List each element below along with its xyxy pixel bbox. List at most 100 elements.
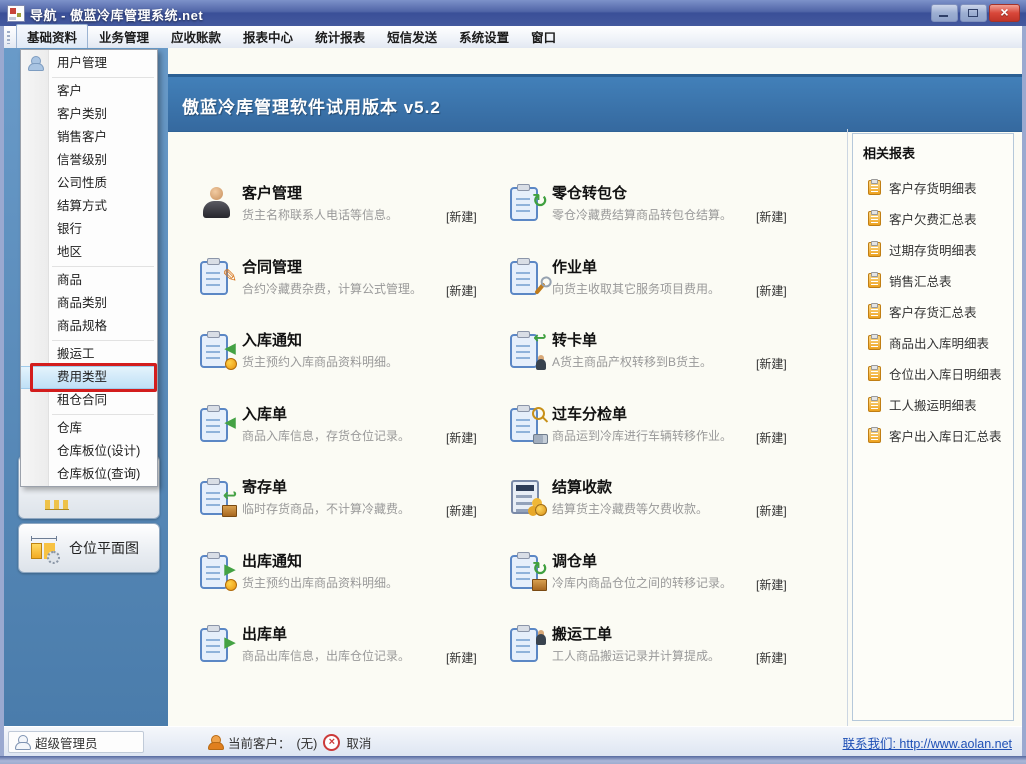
cancel-icon[interactable]: × — [323, 734, 340, 751]
warehouse-plan-icon — [29, 534, 59, 562]
new-link[interactable]: [新建] — [756, 355, 787, 372]
module-outbound-order[interactable]: 出库单 商品出库信息，出库仓位记录。 [新建] — [198, 626, 498, 672]
app-icon[interactable] — [7, 5, 25, 22]
module-title[interactable]: 寄存单 — [242, 479, 452, 497]
report-link-customer-arrears-summary[interactable]: 客户欠费汇总表 — [853, 203, 1013, 234]
new-link[interactable]: [新建] — [446, 502, 477, 519]
dropdown-item-customer-category[interactable]: 客户类别 — [21, 103, 157, 126]
module-desc: A货主商品产权转移到B货主。 — [552, 354, 762, 370]
dropdown-item-fee-type[interactable]: 费用类型 — [21, 366, 157, 389]
module-title[interactable]: 转卡单 — [552, 332, 762, 350]
new-link[interactable]: [新建] — [756, 649, 787, 666]
dropdown-item-warehouse[interactable]: 仓库 — [21, 417, 157, 440]
dropdown-item-warehouse-lease-contract[interactable]: 租仓合同 — [21, 389, 157, 412]
menu-item-business[interactable]: 业务管理 — [88, 24, 160, 50]
module-inbound-notice[interactable]: 入库通知 货主预约入库商品资料明细。 — [198, 332, 498, 378]
dropdown-item-company-nature[interactable]: 公司性质 — [21, 172, 157, 195]
new-link[interactable]: [新建] — [756, 208, 787, 225]
module-porter-order[interactable]: 搬运工单 工人商品搬运记录并计算提成。 [新建] — [508, 626, 808, 672]
module-desc: 商品运到冷库进行车辆转移作业。 — [552, 428, 762, 444]
module-desc: 货主预约出库商品资料明细。 — [242, 575, 452, 591]
report-link-customer-stock-summary[interactable]: 客户存货汇总表 — [853, 296, 1013, 327]
menu-item-report-center[interactable]: 报表中心 — [232, 24, 304, 50]
person-icon — [28, 56, 42, 71]
module-zero-to-package[interactable]: 零仓转包仓 零仓冷藏费结算商品转包仓结算。 [新建] — [508, 185, 808, 231]
module-title[interactable]: 调仓单 — [552, 553, 762, 571]
module-desc: 货主预约入库商品资料明细。 — [242, 354, 452, 370]
module-work-order[interactable]: 作业单 向货主收取其它服务项目费用。 [新建] — [508, 259, 808, 305]
minimize-button[interactable] — [931, 4, 958, 22]
dropdown-item-product-category[interactable]: 商品类别 — [21, 292, 157, 315]
module-title[interactable]: 入库通知 — [242, 332, 452, 350]
new-link[interactable]: [新建] — [756, 429, 787, 446]
dropdown-item-product[interactable]: 商品 — [21, 269, 157, 292]
menu-item-window[interactable]: 窗口 — [520, 24, 567, 50]
menu-item-settings[interactable]: 系统设置 — [448, 24, 520, 50]
report-icon — [868, 428, 881, 443]
module-title[interactable]: 合同管理 — [242, 259, 452, 277]
new-link[interactable]: [新建] — [756, 502, 787, 519]
module-settlement[interactable]: 结算收款 结算货主冷藏费等欠费收款。 [新建] — [508, 479, 808, 525]
dropdown-item-region[interactable]: 地区 — [21, 241, 157, 264]
title-bar: 导航 - 傲蓝冷库管理系统.net — [0, 0, 1026, 27]
clipboard-deposit-icon — [198, 479, 234, 515]
current-user-label: 超级管理员 — [35, 733, 98, 752]
contact-link[interactable]: 联系我们: http://www.aolan.net — [842, 737, 1012, 751]
new-link[interactable]: [新建] — [446, 208, 477, 225]
menu-item-sms[interactable]: 短信发送 — [376, 24, 448, 50]
module-title[interactable]: 出库单 — [242, 626, 452, 644]
module-customer-management[interactable]: 客户管理 货主名称联系人电话等信息。 [新建] — [198, 185, 498, 231]
module-title[interactable]: 客户管理 — [242, 185, 452, 203]
module-outbound-notice[interactable]: 出库通知 货主预约出库商品资料明细。 — [198, 553, 498, 599]
report-icon — [868, 335, 881, 350]
new-link[interactable]: [新建] — [756, 576, 787, 593]
module-title[interactable]: 结算收款 — [552, 479, 762, 497]
report-link-slot-inout-daily-detail[interactable]: 仓位出入库日明细表 — [853, 358, 1013, 389]
module-title[interactable]: 出库通知 — [242, 553, 452, 571]
new-link[interactable]: [新建] — [756, 282, 787, 299]
module-desc: 合约冷藏费杂费，计算公式管理。 — [242, 281, 452, 297]
module-desc: 商品入库信息，存货仓位记录。 — [242, 428, 452, 444]
dropdown-item-warehouse-slot-query[interactable]: 仓库板位(查询) — [21, 463, 157, 486]
dropdown-item-bank[interactable]: 银行 — [21, 218, 157, 241]
module-title[interactable]: 入库单 — [242, 406, 452, 424]
module-vehicle-inspection[interactable]: 过车分检单 商品运到冷库进行车辆转移作业。 [新建] — [508, 406, 808, 452]
module-title[interactable]: 零仓转包仓 — [552, 185, 762, 203]
dropdown-item-product-spec[interactable]: 商品规格 — [21, 315, 157, 338]
menu-item-receivables[interactable]: 应收账款 — [160, 24, 232, 50]
application-window: 导航 - 傲蓝冷库管理系统.net 基础资料 业务管理 应收账款 报表中心 统计… — [0, 0, 1026, 764]
report-link-worker-handling-detail[interactable]: 工人搬运明细表 — [853, 389, 1013, 420]
dropdown-item-customer[interactable]: 客户 — [21, 80, 157, 103]
new-link[interactable]: [新建] — [446, 649, 477, 666]
clipboard-outbound-icon — [198, 626, 234, 662]
dropdown-item-credit-level[interactable]: 信誉级别 — [21, 149, 157, 172]
module-relocation-order[interactable]: 调仓单 冷库内商品仓位之间的转移记录。 [新建] — [508, 553, 808, 599]
dropdown-item-settlement-method[interactable]: 结算方式 — [21, 195, 157, 218]
report-link-customer-inout-daily-summary[interactable]: 客户出入库日汇总表 — [853, 420, 1013, 451]
module-deposit-order[interactable]: 寄存单 临时存货商品，不计算冷藏费。 [新建] — [198, 479, 498, 525]
dropdown-item-sales-customer[interactable]: 销售客户 — [21, 126, 157, 149]
menu-item-statistics[interactable]: 统计报表 — [304, 24, 376, 50]
report-link-expired-stock-detail[interactable]: 过期存货明细表 — [853, 234, 1013, 265]
new-link[interactable]: [新建] — [446, 282, 477, 299]
gear-icon — [47, 551, 60, 564]
dropdown-item-user-management[interactable]: 用户管理 — [21, 52, 157, 75]
warehouse-plan-button[interactable]: 仓位平面图 — [18, 523, 160, 573]
maximize-button[interactable] — [960, 4, 987, 22]
module-title[interactable]: 作业单 — [552, 259, 762, 277]
dropdown-item-warehouse-slot-design[interactable]: 仓库板位(设计) — [21, 440, 157, 463]
new-link[interactable]: [新建] — [446, 429, 477, 446]
close-button[interactable] — [989, 4, 1020, 22]
module-title[interactable]: 过车分检单 — [552, 406, 762, 424]
clipboard-outbound-bell-icon — [198, 553, 234, 589]
dropdown-item-porter[interactable]: 搬运工 — [21, 343, 157, 366]
module-contract-management[interactable]: 合同管理 合约冷藏费杂费，计算公式管理。 [新建] — [198, 259, 498, 305]
report-link-product-inout-detail[interactable]: 商品出入库明细表 — [853, 327, 1013, 358]
module-title[interactable]: 搬运工单 — [552, 626, 762, 644]
menu-item-basic-data[interactable]: 基础资料 — [16, 24, 88, 50]
module-transfer-card[interactable]: 转卡单 A货主商品产权转移到B货主。 [新建] — [508, 332, 808, 378]
cancel-label[interactable]: 取消 — [346, 733, 371, 752]
report-link-customer-stock-detail[interactable]: 客户存货明细表 — [853, 172, 1013, 203]
module-inbound-order[interactable]: 入库单 商品入库信息，存货仓位记录。 [新建] — [198, 406, 498, 452]
report-link-sales-summary[interactable]: 销售汇总表 — [853, 265, 1013, 296]
